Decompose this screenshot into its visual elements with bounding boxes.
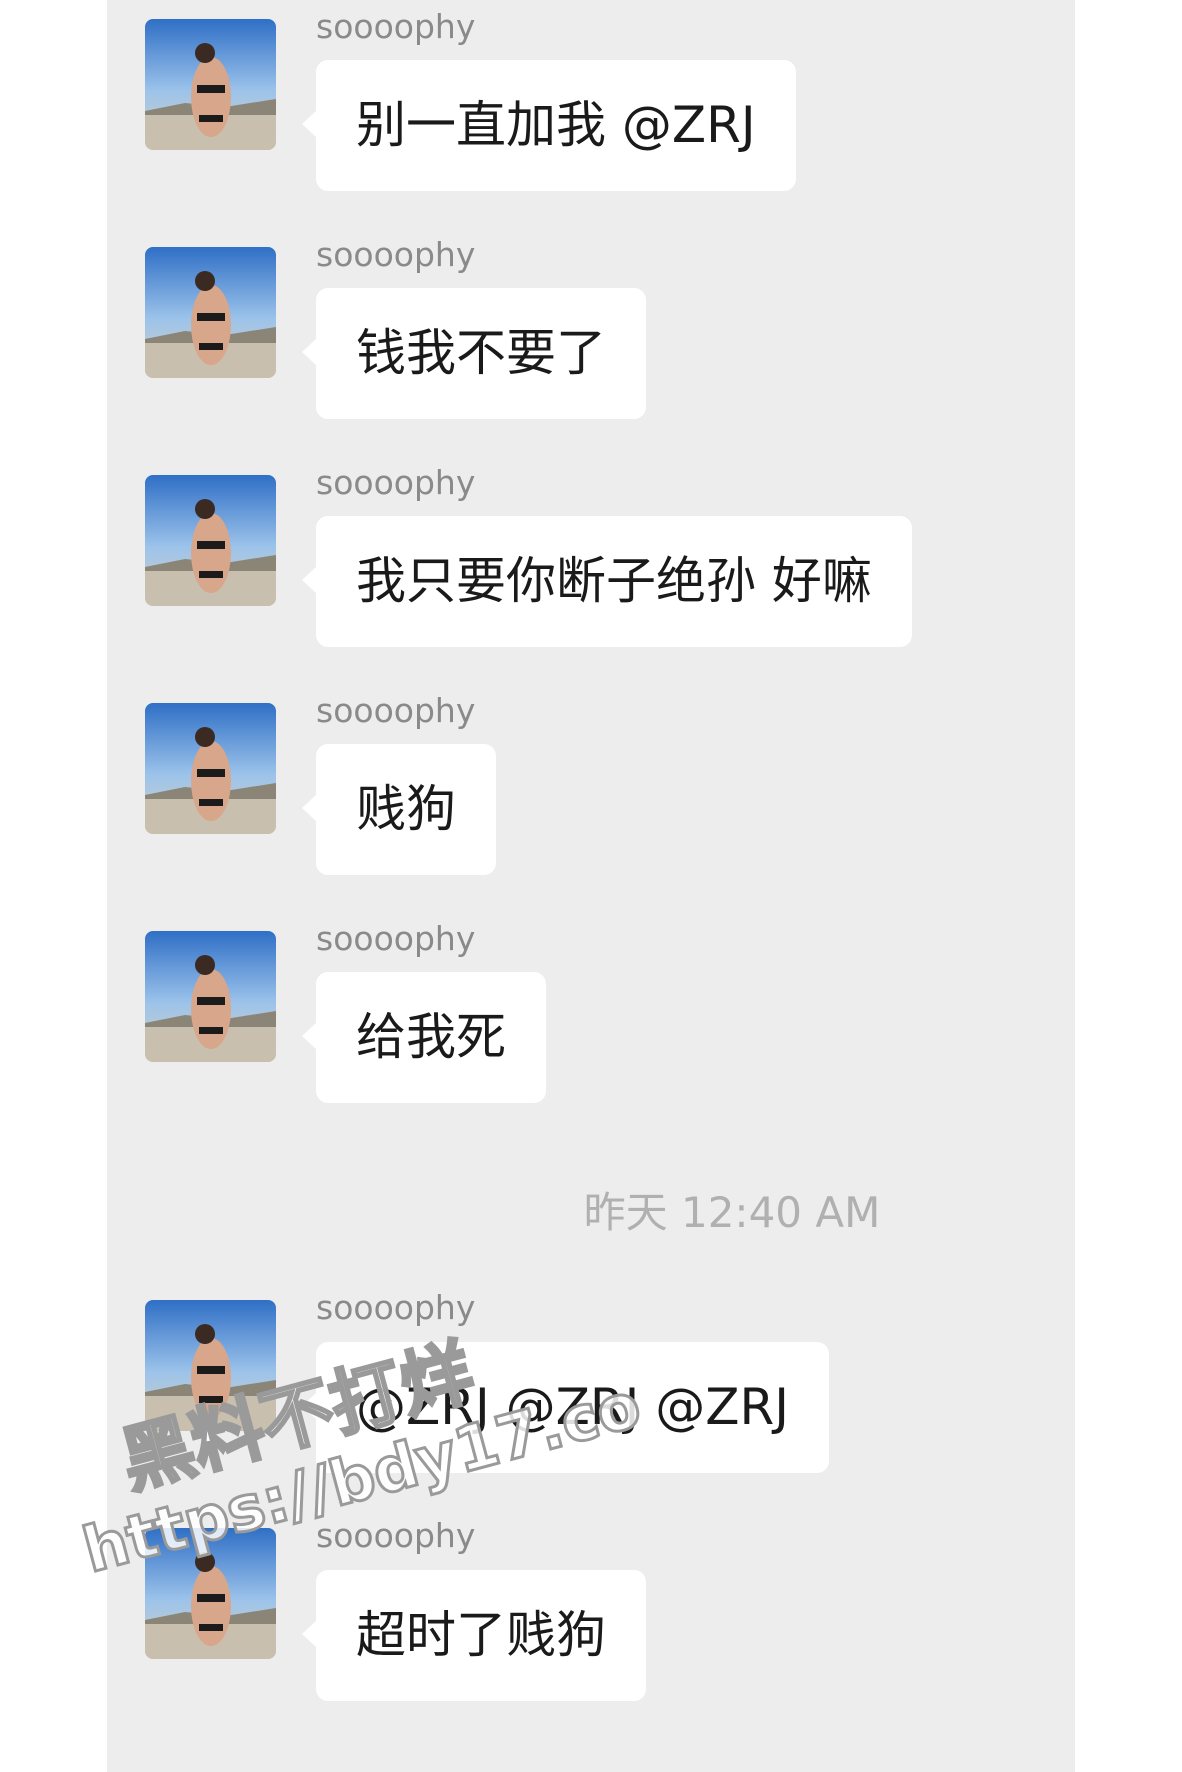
timestamp-divider: 昨天 12:40 AM xyxy=(583,1188,881,1237)
message-bubble[interactable]: 超时了贱狗 xyxy=(302,1570,646,1701)
message-bubble[interactable]: 我只要你断子绝孙 好嘛 xyxy=(302,516,912,647)
message-bubble[interactable]: 给我死 xyxy=(302,972,546,1103)
avatar[interactable] xyxy=(145,703,276,834)
message-bubble[interactable]: 别一直加我 @ZRJ xyxy=(302,60,796,191)
avatar[interactable] xyxy=(145,1528,276,1659)
avatar[interactable] xyxy=(145,931,276,1062)
avatar[interactable] xyxy=(145,475,276,606)
sender-name: soooophy xyxy=(316,691,476,730)
sender-name: soooophy xyxy=(316,1516,476,1555)
avatar[interactable] xyxy=(145,247,276,378)
chat-area[interactable]: soooophy 别一直加我 @ZRJ soooophy 钱我不要了 soooo… xyxy=(107,0,1075,1772)
sender-name: soooophy xyxy=(316,235,476,274)
sender-name: soooophy xyxy=(316,919,476,958)
message-bubble[interactable]: 贱狗 xyxy=(302,744,496,875)
message-bubble[interactable]: 钱我不要了 xyxy=(302,288,646,419)
message-bubble[interactable]: @ZRJ @ZRJ @ZRJ xyxy=(301,1342,830,1473)
sender-name: soooophy xyxy=(316,463,476,502)
avatar[interactable] xyxy=(145,1300,276,1431)
sender-name: soooophy xyxy=(316,1288,476,1327)
sender-name: soooophy xyxy=(316,7,476,46)
avatar[interactable] xyxy=(145,19,276,150)
